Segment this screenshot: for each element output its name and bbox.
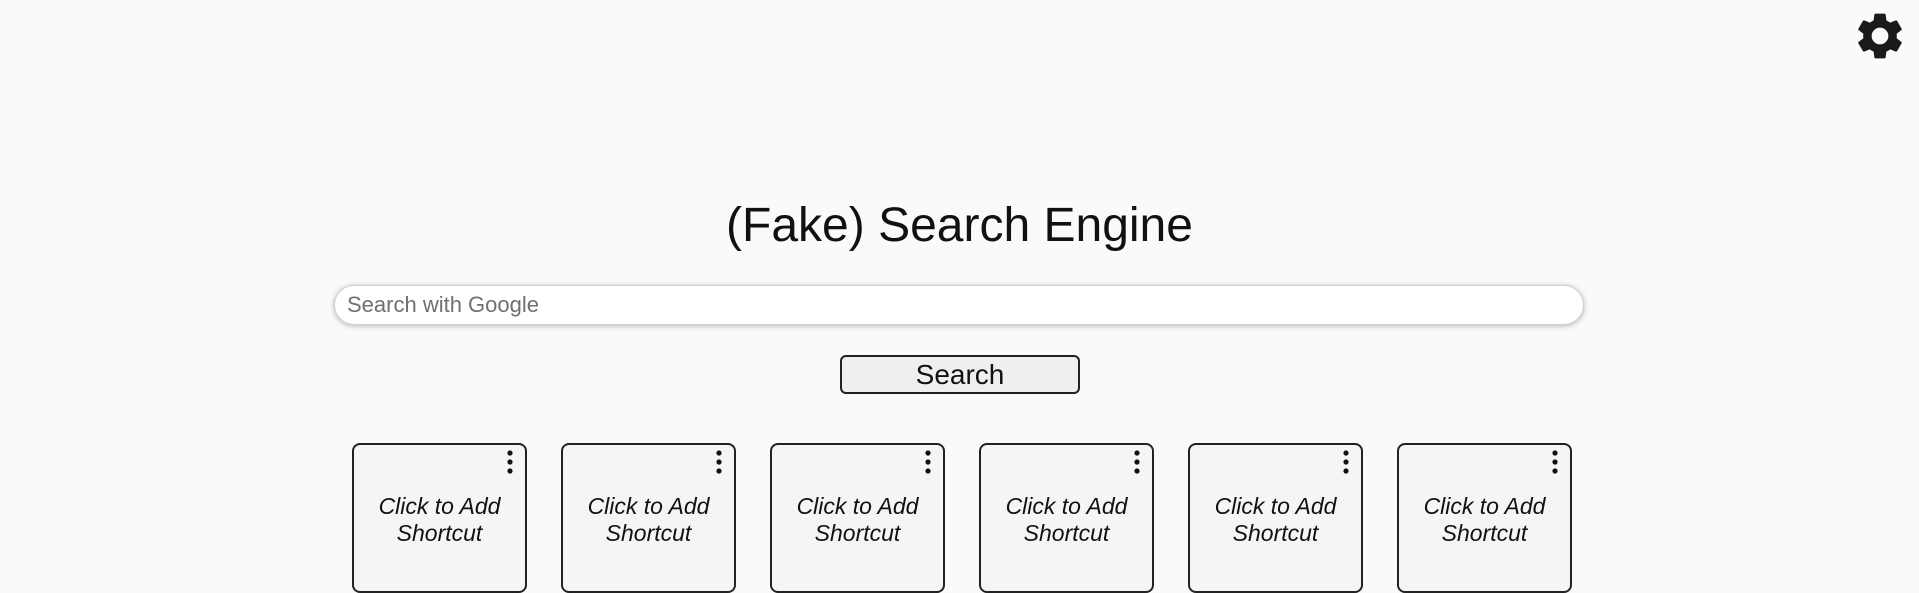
shortcut-tile[interactable]: Click to Add Shortcut xyxy=(979,443,1154,593)
settings-button[interactable] xyxy=(1852,8,1908,64)
shortcut-tile[interactable]: Click to Add Shortcut xyxy=(770,443,945,593)
shortcut-menu-button[interactable] xyxy=(712,449,726,475)
shortcut-menu-button[interactable] xyxy=(1339,449,1353,475)
shortcut-label: Click to Add Shortcut xyxy=(796,493,919,546)
shortcut-menu-button[interactable] xyxy=(921,449,935,475)
shortcut-label: Click to Add Shortcut xyxy=(1005,493,1128,546)
shortcut-tile[interactable]: Click to Add Shortcut xyxy=(352,443,527,593)
kebab-menu-icon xyxy=(1134,450,1140,474)
kebab-menu-icon xyxy=(925,450,931,474)
shortcut-tile[interactable]: Click to Add Shortcut xyxy=(1188,443,1363,593)
new-tab-page: (Fake) Search Engine Search Click to Add… xyxy=(0,0,1919,593)
gear-icon xyxy=(1858,13,1902,59)
shortcut-menu-button[interactable] xyxy=(1548,449,1562,475)
shortcut-tile[interactable]: Click to Add Shortcut xyxy=(561,443,736,593)
shortcut-label: Click to Add Shortcut xyxy=(1214,493,1337,546)
shortcut-label: Click to Add Shortcut xyxy=(1423,493,1546,546)
page-title: (Fake) Search Engine xyxy=(726,199,1193,252)
shortcut-grid: Click to Add Shortcut Click to Add Short… xyxy=(352,443,1572,593)
shortcut-menu-button[interactable] xyxy=(1130,449,1144,475)
search-input[interactable] xyxy=(334,285,1584,325)
shortcut-menu-button[interactable] xyxy=(503,449,517,475)
shortcut-tile[interactable]: Click to Add Shortcut xyxy=(1397,443,1572,593)
shortcut-label: Click to Add Shortcut xyxy=(587,493,710,546)
kebab-menu-icon xyxy=(1343,450,1349,474)
kebab-menu-icon xyxy=(507,450,513,474)
kebab-menu-icon xyxy=(716,450,722,474)
shortcut-label: Click to Add Shortcut xyxy=(378,493,501,546)
search-button[interactable]: Search xyxy=(840,355,1080,394)
kebab-menu-icon xyxy=(1552,450,1558,474)
